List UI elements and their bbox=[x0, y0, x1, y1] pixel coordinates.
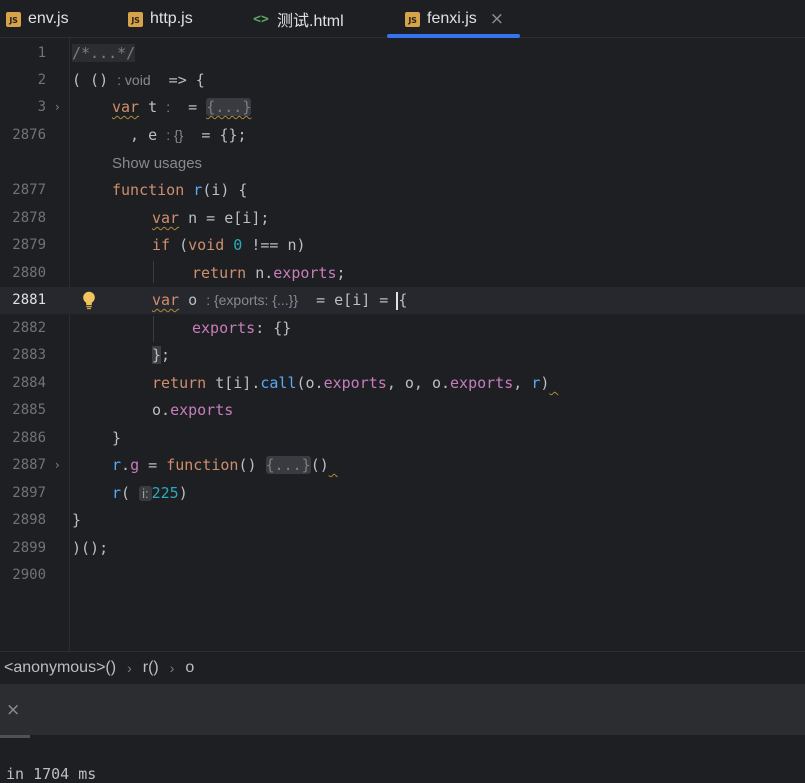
close-tab-icon[interactable]: × bbox=[490, 9, 504, 29]
folded-code[interactable]: {...} bbox=[206, 98, 252, 116]
code-line: 2887 › r.g = function() {...}() bbox=[0, 452, 805, 479]
editor-tab-bar: JS env.js JS http.js <> 测试.html JS fenxi… bbox=[0, 0, 805, 38]
tab-http-js[interactable]: JS http.js bbox=[128, 0, 193, 38]
breadcrumb-item[interactable]: <anonymous>() bbox=[4, 659, 116, 677]
fold-chevron-icon[interactable]: › bbox=[55, 94, 60, 121]
breadcrumb-item[interactable]: r() bbox=[143, 659, 159, 677]
code-line: 2879 if (void 0 !== n) bbox=[0, 232, 805, 259]
tab-fenxi-js[interactable]: JS fenxi.js × bbox=[405, 0, 504, 38]
parameter-hint: i: bbox=[139, 486, 152, 501]
lightbulb-icon[interactable] bbox=[82, 291, 96, 310]
breadcrumb-item[interactable]: o bbox=[185, 659, 194, 677]
folded-code[interactable]: {...} bbox=[265, 456, 311, 474]
code-line: 2885 o.exports bbox=[0, 397, 805, 424]
tab-label: http.js bbox=[150, 10, 193, 27]
js-file-icon: JS bbox=[128, 11, 143, 27]
type-hint: : bbox=[166, 99, 171, 115]
close-icon[interactable]: × bbox=[6, 700, 20, 720]
code-line: 2900 bbox=[0, 562, 805, 589]
tab-label: 测试.html bbox=[277, 13, 344, 30]
code-line: 2886 } bbox=[0, 425, 805, 452]
code-line: 2883 }; bbox=[0, 342, 805, 369]
code-line: 2882 exports: {} bbox=[0, 315, 805, 342]
js-file-icon: JS bbox=[405, 11, 420, 27]
line-number: 2877 bbox=[12, 182, 46, 198]
line-number: 2 bbox=[37, 72, 46, 88]
output-text: in 1704 ms bbox=[6, 765, 97, 783]
show-usages-link[interactable]: Show usages bbox=[112, 150, 202, 177]
code-line: 2884 return t[i].call(o.exports, o, o.ex… bbox=[0, 370, 805, 397]
line-number: 2898 bbox=[12, 512, 46, 528]
text-caret bbox=[396, 291, 399, 310]
panel-tab-indicator bbox=[0, 735, 30, 738]
code-vision-line: Show usages bbox=[0, 150, 805, 177]
tab-test-html[interactable]: <> 测试.html bbox=[252, 0, 344, 38]
folded-comment[interactable]: /*...*/ bbox=[72, 44, 136, 62]
tab-label: env.js bbox=[28, 10, 69, 27]
code-editor[interactable]: 1 /*...*/ 2 ( () : void => { 3 › var t :… bbox=[0, 38, 805, 651]
line-number: 2886 bbox=[12, 430, 46, 446]
line-number: 2881 bbox=[12, 292, 46, 308]
js-file-icon: JS bbox=[6, 11, 21, 27]
tab-env-js[interactable]: JS env.js bbox=[6, 0, 69, 38]
code-line-current: 2881 var o : {exports: {...}} = e[i] = { bbox=[0, 287, 805, 314]
line-number: 2885 bbox=[12, 402, 46, 418]
code-line: 2877 function r(i) { bbox=[0, 177, 805, 204]
chevron-right-icon: › bbox=[169, 660, 175, 676]
type-hint: : {exports: {...}} bbox=[206, 292, 299, 308]
type-hint: : void bbox=[117, 72, 151, 88]
code-line: 2 ( () : void => { bbox=[0, 67, 805, 94]
fold-chevron-icon[interactable]: › bbox=[55, 452, 60, 479]
line-number: 1 bbox=[37, 45, 46, 61]
tab-label: fenxi.js bbox=[427, 10, 477, 27]
code-line: 2897 r( i: 225) bbox=[0, 480, 805, 507]
chevron-right-icon: › bbox=[127, 660, 132, 676]
html-file-icon: <> bbox=[253, 11, 269, 27]
tool-window-output: in 1704 ms bbox=[0, 735, 805, 783]
line-number: 2879 bbox=[12, 237, 46, 253]
line-number: 2899 bbox=[12, 540, 46, 556]
line-number: 2897 bbox=[12, 485, 46, 501]
code-line: 2876 , e : {} = {}; bbox=[0, 122, 805, 149]
tool-window-header: × bbox=[0, 684, 805, 735]
code-line: 3 › var t : = {...} bbox=[0, 94, 805, 121]
line-number: 3 bbox=[37, 99, 46, 115]
line-number: 2884 bbox=[12, 375, 46, 391]
code-line: 2898 } bbox=[0, 507, 805, 534]
line-number: 2883 bbox=[12, 347, 46, 363]
code-line: 2880 return n.exports; bbox=[0, 260, 805, 287]
line-number: 2880 bbox=[12, 265, 46, 281]
line-number: 2882 bbox=[12, 320, 46, 336]
code-line: 2899 )(); bbox=[0, 535, 805, 562]
line-number: 2900 bbox=[12, 567, 46, 583]
breadcrumb: <anonymous>() › r() › o bbox=[0, 651, 805, 684]
line-number: 2876 bbox=[12, 127, 46, 143]
type-hint: : {} bbox=[166, 127, 184, 143]
code-line: 1 /*...*/ bbox=[0, 40, 805, 67]
line-number: 2887 bbox=[12, 457, 46, 473]
line-number: 2878 bbox=[12, 210, 46, 226]
code-line: 2878 var n = e[i]; bbox=[0, 205, 805, 232]
